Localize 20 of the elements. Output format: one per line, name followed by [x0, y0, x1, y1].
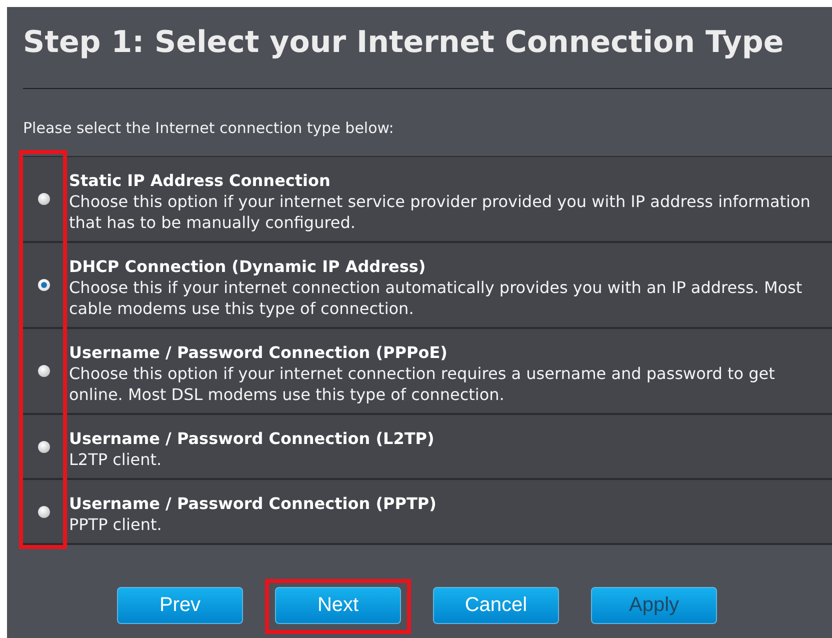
option-description: Choose this option if your internet connection requires a username and password to get online. Most DSL modems use this type of connection.: [69, 363, 776, 405]
option-description: L2TP client.: [69, 449, 163, 470]
instruction-text: Please select the Internet connection type below:: [23, 118, 395, 138]
radio-button[interactable]: [38, 193, 50, 205]
radio-button[interactable]: [38, 506, 50, 518]
wizard-button[interactable]: Next: [275, 587, 401, 624]
option-title: Static IP Address Connection: [69, 170, 332, 191]
option-description: PPTP client.: [69, 514, 163, 535]
wizard-button[interactable]: Prev: [117, 587, 243, 624]
radio-button[interactable]: [38, 440, 50, 452]
option-title: Username / Password Connection (L2TP): [69, 428, 436, 449]
option-description: Choose this if your internet connection automatically provides you with an IP address. Most cable modems use this type of connection.: [69, 277, 804, 319]
option-description: Choose this option if your internet service provider provided you with IP address information that has to be manually configured.: [69, 191, 812, 233]
page-title: Step 1: Select your Internet Connection Type: [23, 24, 785, 62]
option-title: Username / Password Connection (PPPoE): [69, 342, 448, 363]
radio-button[interactable]: [38, 279, 50, 291]
option-title: Username / Password Connection (PPTP): [69, 493, 438, 514]
radio-button[interactable]: [38, 365, 50, 377]
option-title: DHCP Connection (Dynamic IP Address): [69, 256, 427, 277]
wizard-button[interactable]: Cancel: [433, 587, 559, 624]
